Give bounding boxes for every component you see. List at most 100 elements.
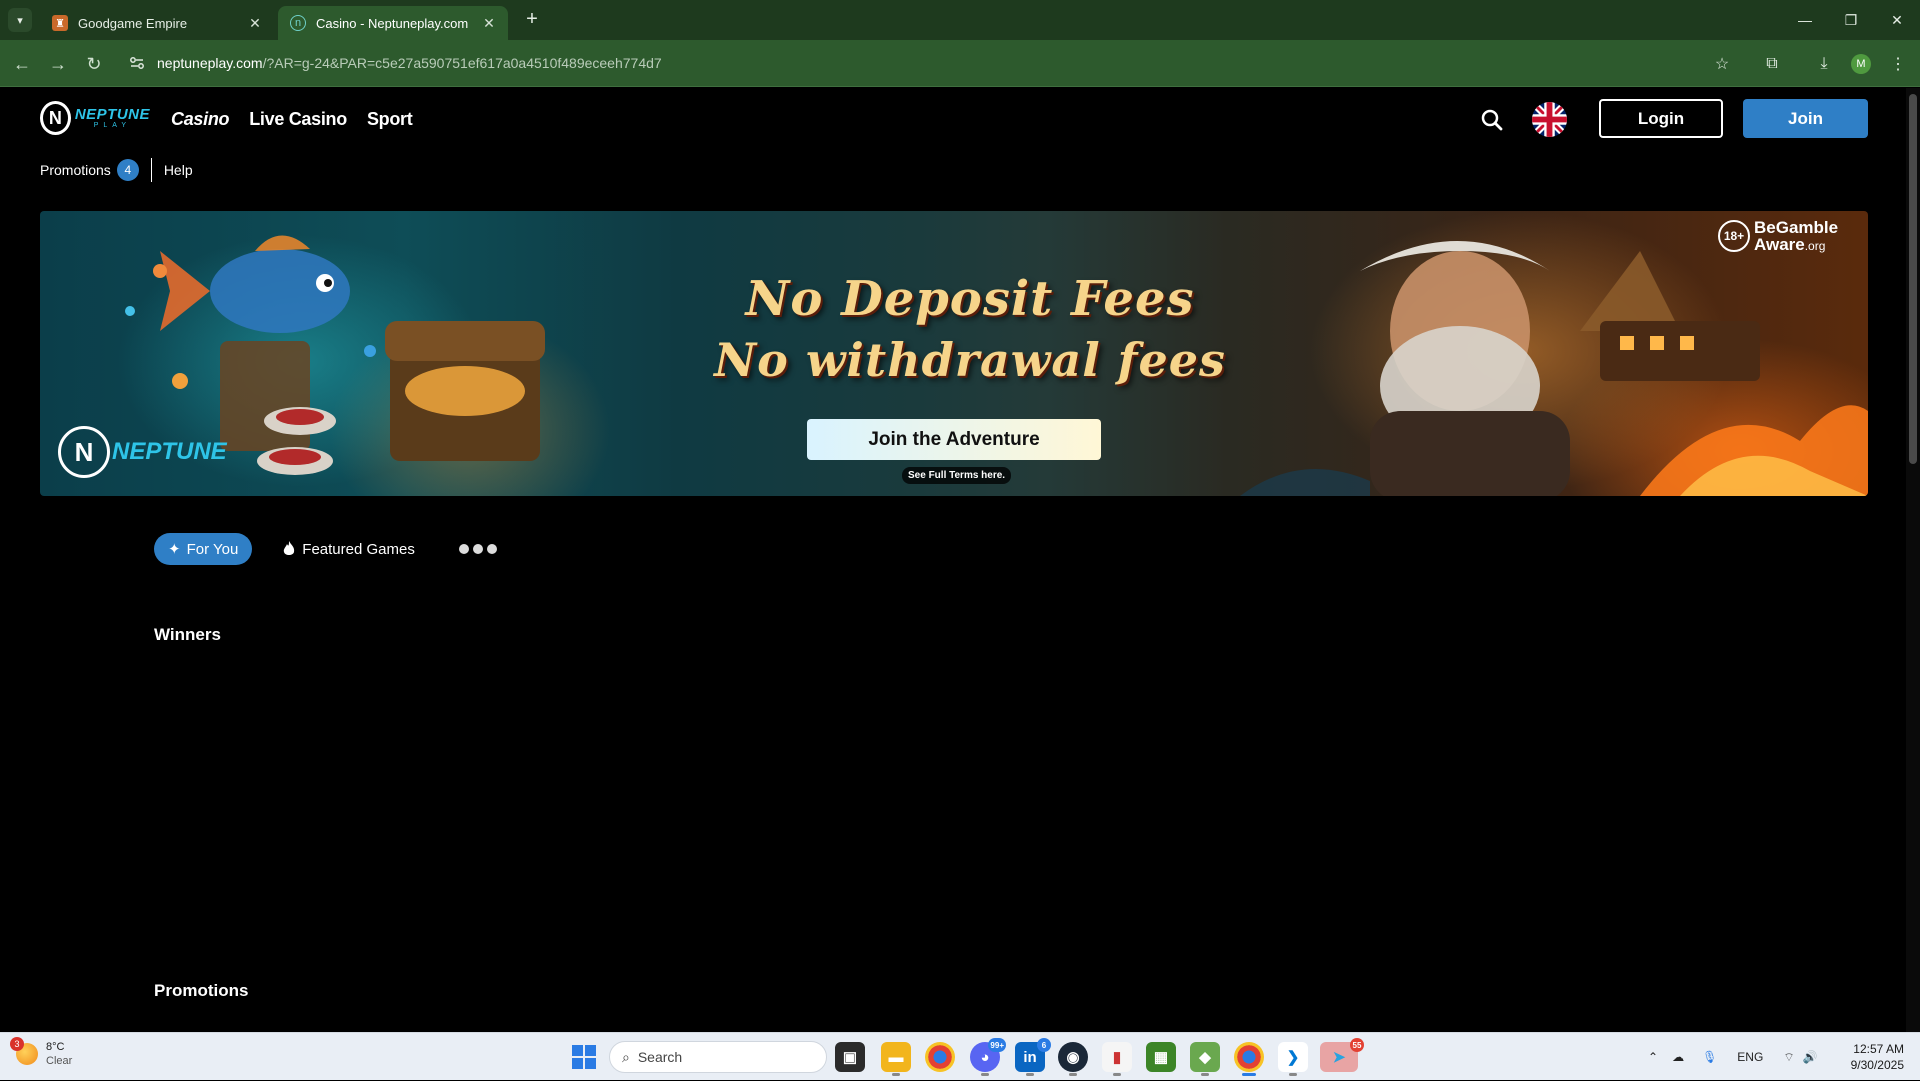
telegram-icon[interactable]: ➤ 55 <box>1320 1038 1364 1072</box>
scrollbar-thumb[interactable] <box>1909 94 1917 464</box>
ship-hull-shape <box>1600 321 1760 381</box>
minecraft-icon[interactable]: ▦ <box>1146 1042 1176 1072</box>
url-path: /?AR=g-24&PAR=c5e27a590751ef617a0a4510f4… <box>262 55 662 71</box>
url-host: neptuneplay.com <box>157 55 263 71</box>
vscode-icon[interactable]: ❯ <box>1278 1042 1308 1076</box>
weather-sun-icon: 3 <box>10 1037 38 1066</box>
neptune-logo-icon: N <box>40 101 71 135</box>
begambleaware-logo[interactable]: 18+ BeGamble Aware.org <box>1718 219 1838 253</box>
tab-for-you[interactable]: ✦ For You <box>154 533 253 565</box>
sub-nav: Promotions 4 Help <box>40 158 193 182</box>
onedrive-icon[interactable]: ☁ <box>1672 1050 1684 1064</box>
banner-headline-2: No withdrawal fees <box>714 333 1226 387</box>
more-categories-icon[interactable] <box>458 544 497 554</box>
new-tab-button[interactable]: + <box>520 8 544 32</box>
close-tab-icon[interactable]: ✕ <box>246 15 264 32</box>
website-viewport: N NEPTUNE PLAY Casino Live Casino Sport … <box>0 88 1906 1032</box>
nav-sport[interactable]: Sport <box>367 109 413 130</box>
clock-date: 9/30/2025 <box>1850 1058 1904 1073</box>
weather-widget[interactable]: 3 8°C Clear <box>10 1037 72 1069</box>
tab-search-button[interactable]: ▾ <box>8 8 32 32</box>
banner-logo-word: NEPTUNE <box>112 438 227 465</box>
chrome-profile-icon[interactable] <box>1234 1042 1264 1076</box>
goodgame-favicon-icon: ♜ <box>52 15 68 31</box>
promotions-link[interactable]: Promotions <box>40 162 111 178</box>
reload-icon[interactable]: ↻ <box>80 50 108 78</box>
main-nav: Casino Live Casino Sport <box>171 109 413 130</box>
discord-badge: 99+ <box>988 1038 1006 1052</box>
page-scrollbar[interactable] <box>1906 88 1920 1032</box>
tray-overflow-icon[interactable]: ⌃ <box>1648 1050 1658 1064</box>
promotions-heading: Promotions <box>154 981 249 1000</box>
windows-taskbar: 3 8°C Clear ⌕ Search ▣ ▬ ◕ 99+ in 6 ◉ ▮ ▦ … <box>0 1032 1920 1080</box>
discord-icon[interactable]: ◕ 99+ <box>970 1038 1006 1076</box>
help-link[interactable]: Help <box>164 162 193 178</box>
back-icon[interactable]: ← <box>8 50 36 78</box>
fish-tail-shape <box>160 251 210 331</box>
steam-icon[interactable]: ◉ <box>1058 1042 1088 1076</box>
bookmark-star-icon[interactable]: ☆ <box>1710 52 1734 76</box>
restore-icon[interactable]: ❐ <box>1828 0 1874 40</box>
browser-tab-goodgame[interactable]: ♜ Goodgame Empire ✕ <box>40 6 274 40</box>
banner-neptune-logo: N NEPTUNE <box>58 426 227 478</box>
nav-casino[interactable]: Casino <box>171 109 230 130</box>
site-logo[interactable]: N NEPTUNE PLAY <box>40 98 150 138</box>
language-indicator[interactable]: ENG <box>1737 1050 1763 1064</box>
sparkle-icon: ✦ <box>168 541 181 558</box>
join-adventure-button[interactable]: Join the Adventure <box>807 419 1101 460</box>
extensions-icon[interactable]: ⧉ <box>1760 52 1784 76</box>
tab-title: Casino - Neptuneplay.com <box>316 15 469 31</box>
minimize-icon[interactable]: — <box>1782 0 1828 40</box>
file-explorer-icon[interactable]: ▬ <box>881 1042 911 1076</box>
microphone-icon[interactable]: 🎙 <box>1702 1050 1717 1064</box>
tab-title: Goodgame Empire <box>78 15 188 31</box>
logo-sub: PLAY <box>93 122 132 129</box>
promo-banner[interactable]: No Deposit Fees No withdrawal fees Join … <box>40 211 1868 496</box>
weather-text: 8°C Clear <box>46 1040 72 1069</box>
wifi-icon[interactable]: ⌔ <box>1783 1050 1794 1065</box>
weather-badge: 3 <box>10 1037 24 1052</box>
flame-icon <box>284 541 295 555</box>
neptune-logo-icon: N <box>58 426 110 478</box>
full-terms-link[interactable]: See Full Terms here. <box>902 467 1012 484</box>
game-category-tabs: ✦ For You Featured Games <box>154 533 497 565</box>
taskbar-search[interactable]: ⌕ Search <box>609 1041 827 1073</box>
close-window-icon[interactable]: ✕ <box>1874 0 1920 40</box>
subnav-divider <box>150 158 152 182</box>
browser-menu-icon[interactable]: ⋮ <box>1886 52 1910 76</box>
weather-desc: Clear <box>46 1055 73 1068</box>
join-button[interactable]: Join <box>1743 99 1868 138</box>
address-bar[interactable]: neptuneplay.com/?AR=g-24&PAR=c5e27a59075… <box>157 55 662 71</box>
clock[interactable]: 12:57 AM 9/30/2025 <box>1844 1041 1904 1073</box>
ship-sail-shape <box>1580 251 1680 331</box>
volume-icon[interactable]: 🔊 <box>1803 1050 1818 1064</box>
telegram-badge: 55 <box>1350 1038 1364 1052</box>
downloads-icon[interactable]: ⤓ <box>1812 52 1836 76</box>
begamble-text: BeGamble <box>1754 218 1839 237</box>
window-controls: — ❐ ✕ <box>1782 0 1920 40</box>
linkedin-badge: 6 <box>1037 1038 1051 1052</box>
aware-text: Aware <box>1754 235 1805 254</box>
login-button[interactable]: Login <box>1599 99 1723 138</box>
forward-icon[interactable]: → <box>44 50 72 78</box>
winners-heading: Winners <box>154 625 221 644</box>
logo-wordmark: NEPTUNE PLAY <box>75 107 150 129</box>
chrome-icon[interactable] <box>925 1042 955 1072</box>
linkedin-icon[interactable]: in 6 <box>1015 1038 1051 1076</box>
minecraft-launcher-icon[interactable]: ◆ <box>1190 1042 1220 1076</box>
mouse-app-icon[interactable]: ▮ <box>1102 1042 1132 1076</box>
browser-tab-neptuneplay[interactable]: n Casino - Neptuneplay.com ✕ <box>278 6 508 40</box>
browser-toolbar: ← → ↻ neptuneplay.com/?AR=g-24&PAR=c5e27… <box>0 40 1920 87</box>
uk-flag-icon[interactable] <box>1532 102 1567 137</box>
task-view-icon[interactable]: ▣ <box>835 1042 865 1072</box>
close-tab-icon[interactable]: ✕ <box>480 15 498 32</box>
tab-featured-games[interactable]: Featured Games <box>268 533 429 565</box>
windows-start-icon[interactable] <box>572 1045 596 1069</box>
profile-avatar[interactable]: M <box>1851 54 1871 74</box>
site-info-icon[interactable] <box>128 54 146 72</box>
age-18-icon: 18+ <box>1718 220 1750 252</box>
search-icon[interactable] <box>1478 106 1506 134</box>
clock-time: 12:57 AM <box>1853 1042 1904 1056</box>
taskbar-search-placeholder: Search <box>637 1049 683 1065</box>
nav-live-casino[interactable]: Live Casino <box>249 109 347 130</box>
